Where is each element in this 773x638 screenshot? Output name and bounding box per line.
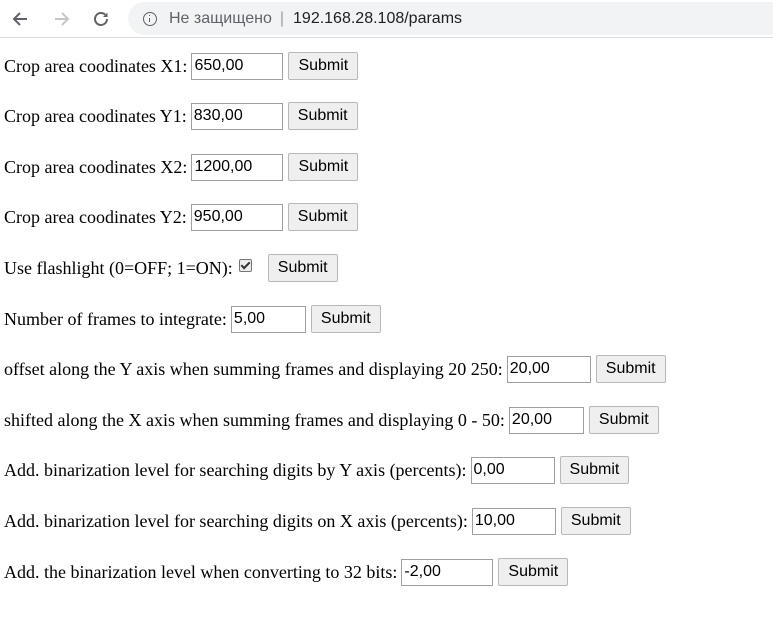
frames-input[interactable] [230, 305, 306, 333]
arrow-right-icon[interactable] [50, 7, 74, 31]
param-label: Number of frames to integrate: [4, 308, 227, 329]
address-bar[interactable]: Не защищено | 192.168.28.108/params [128, 2, 773, 35]
binarization-32-input[interactable] [401, 558, 494, 586]
param-row-binarization-32: Add. the binarization level when convert… [4, 557, 569, 587]
crop-x2-submit-button[interactable]: Submit [288, 153, 359, 181]
crop-y1-submit-button[interactable]: Submit [287, 102, 358, 130]
param-row-offset-y: offset along the Y axis when summing fra… [4, 354, 666, 384]
param-row-shift-x: shifted along the X axis when summing fr… [4, 405, 659, 435]
binarization-x-input[interactable] [471, 507, 556, 535]
param-row-frames: Number of frames to integrate: Submit [4, 304, 381, 334]
binarization-x-submit-button[interactable]: Submit [560, 507, 631, 535]
url-text[interactable]: 192.168.28.108/params [293, 10, 462, 28]
param-row-crop-y1: Crop area coodinates Y1: Submit [4, 101, 358, 131]
arrow-left-icon[interactable] [8, 7, 32, 31]
param-label: Crop area coodinates Y1: [4, 105, 187, 126]
frames-submit-button[interactable]: Submit [310, 305, 381, 333]
param-label: Crop area coodinates X2: [4, 156, 188, 177]
offset-y-submit-button[interactable]: Submit [595, 355, 666, 383]
offset-y-input[interactable] [506, 355, 591, 383]
shift-x-submit-button[interactable]: Submit [588, 406, 659, 434]
param-label: shifted along the X axis when summing fr… [4, 409, 505, 430]
binarization-y-input[interactable] [470, 456, 555, 484]
param-row-binarization-y: Add. binarization level for searching di… [4, 455, 630, 485]
info-circle-icon[interactable] [143, 11, 157, 26]
param-row-crop-x1: Crop area coodinates X1: Submit [4, 51, 359, 81]
binarization-32-submit-button[interactable]: Submit [498, 558, 569, 586]
param-label: Crop area coodinates X1: [4, 55, 188, 76]
reload-icon[interactable] [89, 7, 113, 31]
security-status[interactable]: Не защищено [169, 10, 272, 28]
flashlight-submit-button[interactable]: Submit [267, 254, 338, 282]
url-separator: | [279, 9, 285, 27]
param-label: Add. binarization level for searching di… [4, 459, 467, 480]
param-label: Add. the binarization level when convert… [4, 561, 398, 582]
param-label: Use flashlight (0=OFF; 1=ON): [4, 257, 233, 278]
param-row-flashlight: Use flashlight (0=OFF; 1=ON): Submit [4, 253, 338, 283]
crop-x2-input[interactable] [191, 153, 284, 181]
browser-toolbar: Не защищено | 192.168.28.108/params [0, 0, 773, 38]
crop-y1-input[interactable] [190, 102, 283, 130]
param-row-binarization-x: Add. binarization level for searching di… [4, 506, 631, 536]
crop-x1-input[interactable] [191, 52, 284, 80]
param-label: Crop area coodinates Y2: [4, 206, 187, 227]
flashlight-checkbox[interactable] [238, 258, 252, 272]
param-row-crop-x2: Crop area coodinates X2: Submit [4, 152, 359, 182]
param-row-crop-y2: Crop area coodinates Y2: Submit [4, 202, 358, 232]
crop-x1-submit-button[interactable]: Submit [288, 52, 359, 80]
crop-y2-input[interactable] [190, 203, 283, 231]
binarization-y-submit-button[interactable]: Submit [559, 456, 630, 484]
param-label: Add. binarization level for searching di… [4, 510, 468, 531]
shift-x-input[interactable] [508, 406, 584, 434]
param-label: offset along the Y axis when summing fra… [4, 358, 503, 379]
crop-y2-submit-button[interactable]: Submit [287, 203, 358, 231]
